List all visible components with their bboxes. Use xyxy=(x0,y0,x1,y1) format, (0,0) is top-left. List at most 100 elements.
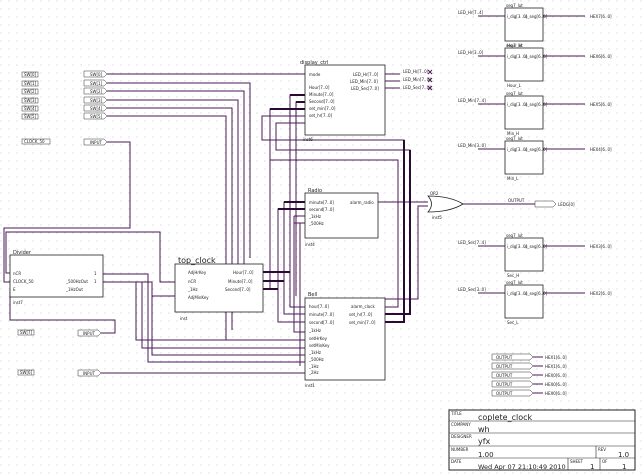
sheet-value: 1 xyxy=(590,463,594,471)
hex-label: HEX1[6..0] xyxy=(545,364,567,369)
seg7-title: seg7_lut xyxy=(506,233,523,238)
seg7-title: seg7_lut xyxy=(506,43,523,48)
seg7-title: seg7_lut xyxy=(506,91,523,96)
seg7-output-label: HEX5[6..0] xyxy=(590,102,612,107)
seg7-input-label: LED_Hr[7..4] xyxy=(458,10,484,15)
hex-output[interactable]: OUTPUT HEX1[6..0] xyxy=(491,353,567,361)
display-block[interactable]: display_ctrl mode Hour[7..0] Minute[7..0… xyxy=(300,60,386,142)
top-clock-port: Minute[7..0] xyxy=(228,279,253,284)
divider-box xyxy=(9,254,104,298)
bell-port: _1kHz xyxy=(308,328,321,333)
hex-output[interactable]: OUTPUT HEX0[6..0] xyxy=(491,380,567,388)
divider-port: nCR xyxy=(13,271,21,276)
seg7-port: o_seg[6..0] xyxy=(525,147,548,152)
radio-port: _500Hz xyxy=(308,221,324,226)
input-net-label: SW[2] xyxy=(90,89,103,94)
seg7-port: o_seg[6..0] xyxy=(525,14,548,19)
seg7-title: seg7_lut xyxy=(506,280,523,285)
hex-label: HEX0[6..0] xyxy=(545,373,567,378)
rev-label: REV xyxy=(598,447,606,452)
top-clock-name: top_clock xyxy=(178,256,216,265)
seg7-port: o_seg[6..0] xyxy=(525,291,548,296)
display-output-label: LED_Sec[7..0] xyxy=(403,85,431,90)
radio-port: alarm_radio xyxy=(350,200,374,205)
title-value: coplete_clock xyxy=(478,413,532,422)
seg7-inst: Sec_L xyxy=(507,320,519,325)
sw7-input-label: SW[7] xyxy=(20,330,33,335)
top-clock-block[interactable]: top_clock AdjHrKey nCR _1Hz AdjMinKey Ho… xyxy=(174,256,264,321)
hex-net: OUTPUT xyxy=(496,382,513,387)
input-pin-label: SW[2] xyxy=(24,89,37,94)
of-label: OF xyxy=(602,459,608,464)
designer-value: yfx xyxy=(478,437,491,446)
seg7-inst: Sec_H xyxy=(507,273,519,278)
display-port: LED_Min[7..0] xyxy=(350,79,378,84)
input-pin-label: SW[0] xyxy=(24,72,37,77)
seg7-port: o_seg[6..0] xyxy=(525,244,548,249)
divider-port: _1HzOut xyxy=(65,287,83,292)
seg7-input-label: LED_Min[7..4] xyxy=(458,98,486,103)
seg7-output-label: HEX6[6..0] xyxy=(590,54,612,59)
divider-port: CLOCK_50 xyxy=(13,279,34,284)
bell-port: alarm_clock xyxy=(351,304,375,309)
divider-port: _500HzOut xyxy=(65,279,88,284)
bell-port: setHrKey xyxy=(309,336,328,341)
radio-block[interactable]: Radio minute[7..0] second[7..0] _1kHz _5… xyxy=(304,188,379,247)
display-port: Minute[7..0] xyxy=(309,92,334,97)
input-net-label: SW[5] xyxy=(90,114,103,119)
input-pin-label: SW[3] xyxy=(24,98,37,103)
hex-net: OUTPUT xyxy=(496,364,513,369)
hex-output[interactable]: OUTPUT HEX0[6..0] xyxy=(491,389,567,397)
number-value: 1.00 xyxy=(478,451,494,459)
seg7-title: seg7_lut xyxy=(506,3,523,8)
bell-port: set_min[7..0] xyxy=(349,320,376,325)
schematic-canvas: SW[0] SW[0] SW[1] SW[1] SW[2] SW[2] SW[3… xyxy=(0,0,644,476)
radio-inst: inst4 xyxy=(305,242,315,247)
bell-block[interactable]: Bell hour[7..0] minute[7..0] second[7..0… xyxy=(304,292,386,388)
sw7-input-net: INPUT xyxy=(83,331,96,336)
bell-name: Bell xyxy=(308,292,317,298)
designer-label: DESIGNER xyxy=(451,434,472,439)
seg7-port: o_seg[6..0] xyxy=(525,102,548,107)
input-pin-label: SW[1] xyxy=(24,81,37,86)
radio-port: second[7..0] xyxy=(309,207,334,212)
display-port: Hour[7..0] xyxy=(309,85,330,90)
display-port: set_hr[7..0] xyxy=(309,113,332,118)
seg7-port: o_seg[6..0] xyxy=(525,54,548,59)
top-clock-port: Second[7..0] xyxy=(225,287,251,292)
bell-port: minute[7..0] xyxy=(309,312,334,317)
divider-block[interactable]: Divider nCR CLOCK_50 E _500HzOut _1HzOut… xyxy=(9,250,104,305)
seg7-input-label: LED_Sec[7..4] xyxy=(458,240,486,245)
display-output-label: LED_Hr[7..0] xyxy=(403,69,429,74)
seg7-output-label: HEX7[6..0] xyxy=(590,14,612,19)
seg7-inst: Hour_L xyxy=(507,83,522,88)
seg7-box xyxy=(504,7,544,42)
bell-port: _500Hz xyxy=(308,357,324,362)
top-clock-port: Hour[7..0] xyxy=(233,270,254,275)
seg7-title: seg7_lut xyxy=(506,136,523,141)
clock-input-label: CLOCK_50 xyxy=(24,139,45,144)
hex-output[interactable]: OUTPUT HEX0[6..0] xyxy=(491,371,567,379)
bell-port: _1Hz xyxy=(308,364,319,369)
display-output-labels: LED_Hr[7..0] LED_Min[7..0] LED_Sec[7..0] xyxy=(403,69,433,91)
input-net-label: SW[1] xyxy=(90,81,103,86)
clock-input-net: INPUT xyxy=(90,140,103,145)
input-pin-label: SW[5] xyxy=(24,114,37,119)
display-name: display_ctrl xyxy=(300,60,328,66)
bell-inst: inst1 xyxy=(305,383,315,388)
seg7-input-label: LED_Hr[3..0] xyxy=(458,50,484,55)
sw6-input-net: INPUT xyxy=(83,371,96,376)
title-label: TITLE xyxy=(450,411,462,416)
radio-name: Radio xyxy=(308,188,322,194)
input-net-label: SW[3] xyxy=(90,98,103,103)
title-block: TITLE coplete_clock COMPANY wh DESIGNER … xyxy=(448,409,636,471)
hex-output[interactable]: OUTPUT HEX1[6..0] xyxy=(491,362,567,370)
of-value: 1 xyxy=(622,463,626,471)
top-clock-inst: inst xyxy=(180,316,188,321)
display-port: mode xyxy=(309,72,321,77)
seg7-input-label: LED_Sec[3..0] xyxy=(458,287,486,292)
hex-net: OUTPUT xyxy=(496,391,513,396)
top-clock-port: AdjMinKey xyxy=(188,295,209,300)
divider-name: Divider xyxy=(13,250,32,256)
ledg-net: OUTPUT xyxy=(508,198,525,203)
